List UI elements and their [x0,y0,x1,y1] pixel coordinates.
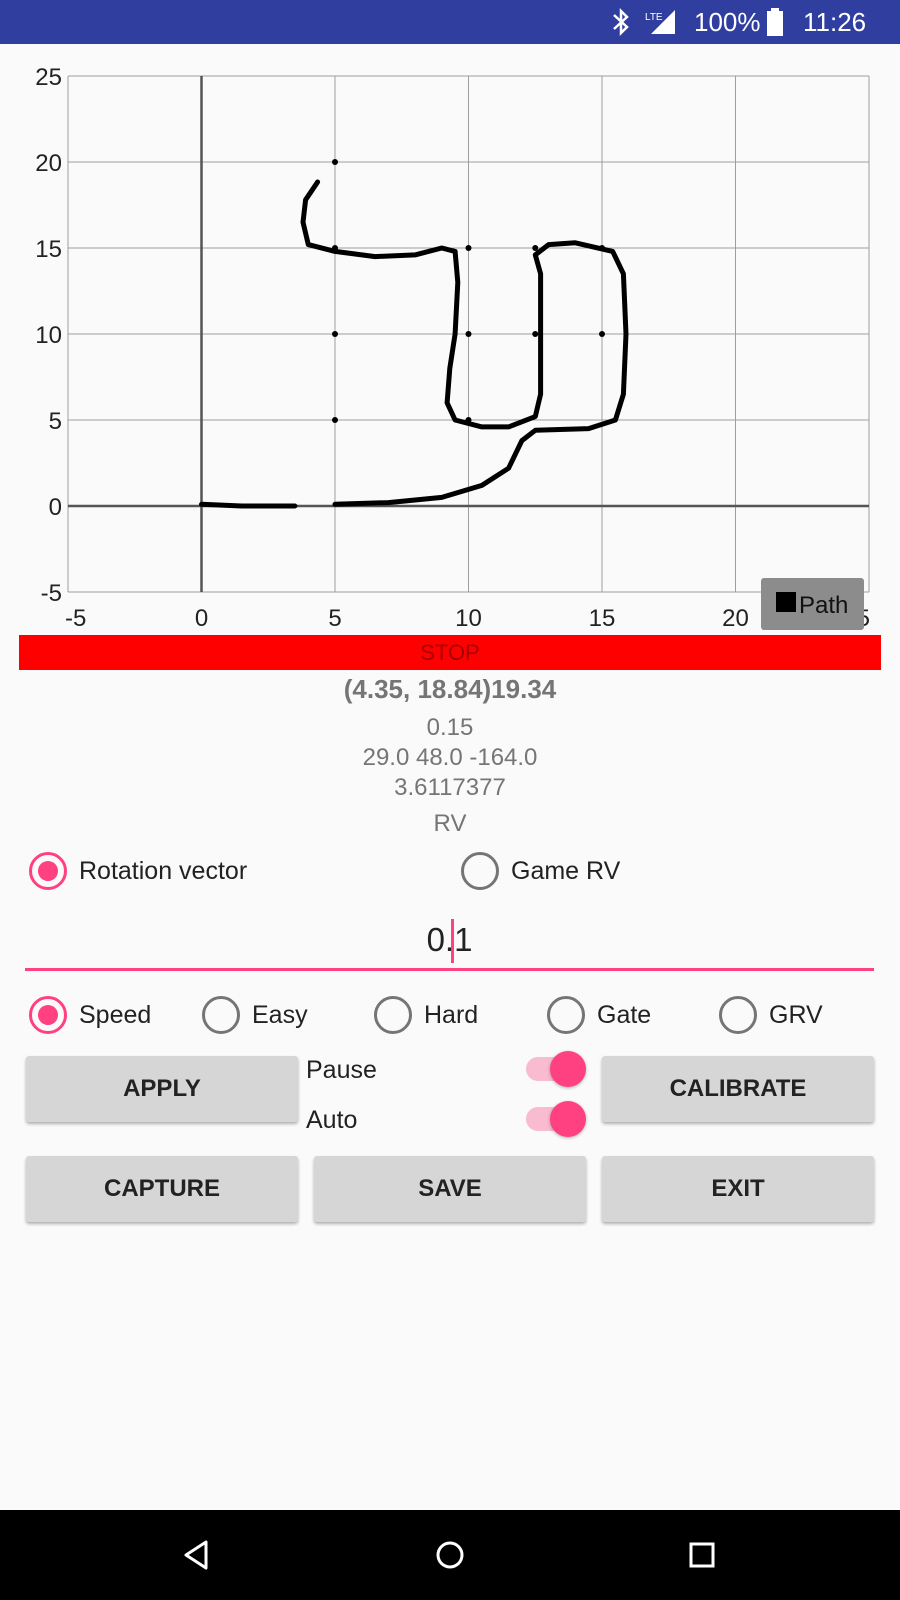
navigation-bar [0,1510,900,1600]
y-tick-label: 5 [49,408,62,435]
x-tick-label: 5 [328,605,341,632]
radio-label: Game RV [511,856,621,885]
battery-icon [766,0,784,44]
radio-unchecked-icon [547,996,585,1034]
home-icon[interactable] [435,1540,465,1570]
radio-label: Easy [252,1000,308,1029]
info-line-1: 0.15 [426,714,474,741]
position-readout: (4.35, 18.84)19.34 [343,674,557,704]
x-tick-label: 15 [589,605,616,632]
marker-point [599,245,605,251]
y-tick-label: 25 [35,64,62,91]
radio-checked-icon [29,996,67,1034]
y-tick-label: -5 [41,580,62,607]
pause-label: Pause [306,1056,377,1084]
switch-thumb [550,1101,586,1137]
value-input[interactable]: 0.1 [25,915,874,971]
x-tick-label: -5 [65,605,86,632]
status-bar: LTE 100% 11:26 [0,0,900,44]
radio-label: Speed [79,1000,152,1029]
back-icon[interactable] [182,1538,212,1572]
legend-swatch [776,592,796,612]
recents-icon[interactable] [688,1541,716,1569]
radio-rotation-vector[interactable]: Rotation vector [29,851,247,891]
radio-label: GRV [769,1000,823,1029]
exit-button[interactable]: EXIT [602,1156,874,1222]
y-tick-label: 0 [49,494,62,521]
y-tick-label: 20 [35,150,62,177]
save-button[interactable]: SAVE [314,1156,586,1222]
radio-unchecked-icon [374,996,412,1034]
radio-unchecked-icon [461,852,499,890]
radio-hard[interactable]: Hard [374,995,478,1035]
y-tick-label: 15 [35,236,62,263]
radio-speed[interactable]: Speed [29,995,151,1035]
value-input-text: 0.1 [426,921,473,958]
legend-label: Path [799,592,849,619]
marker-point [599,331,605,337]
battery-percent: 100% [694,7,761,37]
info-line-2: 29.0 48.0 -164.0 [362,744,538,771]
chart-legend: Path [761,578,864,630]
marker-point [332,331,338,337]
x-tick-label: 0 [195,605,208,632]
radio-gate[interactable]: Gate [547,995,651,1035]
chart-svg: -505101520252520151050-5 [35,64,870,632]
marker-point [532,245,539,251]
path-line [199,501,298,509]
x-tick-label: 20 [722,605,749,632]
auto-label: Auto [306,1106,358,1134]
sensor-mode-label: RV [433,810,467,837]
radio-grv[interactable]: GRV [719,995,823,1035]
bluetooth-icon [610,0,634,44]
marker-point [332,245,338,251]
marker-point [465,331,472,337]
y-tick-label: 10 [35,322,62,349]
lte-signal-icon: LTE [645,0,679,44]
svg-text:LTE: LTE [645,12,663,23]
radio-label: Rotation vector [79,856,248,885]
apply-button[interactable]: APPLY [26,1056,298,1122]
radio-game-rv[interactable]: Game RV [461,851,620,891]
calibrate-button[interactable]: CALIBRATE [602,1056,874,1122]
path-chart: -505101520252520151050-5 Path [0,44,900,634]
radio-unchecked-icon [202,996,240,1034]
radio-label: Gate [597,1000,652,1029]
radio-checked-icon [29,852,67,890]
switch-thumb [550,1051,586,1087]
radio-easy[interactable]: Easy [202,995,308,1035]
marker-point [332,417,338,423]
info-line-3: 3.6117377 [394,774,506,801]
marker-point [332,159,338,165]
stop-button[interactable]: STOP [19,635,881,670]
path-line [300,179,629,507]
marker-point [532,331,539,337]
x-tick-label: 10 [455,605,482,632]
clock: 11:26 [803,7,867,37]
capture-button[interactable]: CAPTURE [26,1156,298,1222]
marker-point [465,245,472,251]
radio-label: Hard [424,1000,479,1029]
marker-point [465,417,472,423]
radio-unchecked-icon [719,996,757,1034]
